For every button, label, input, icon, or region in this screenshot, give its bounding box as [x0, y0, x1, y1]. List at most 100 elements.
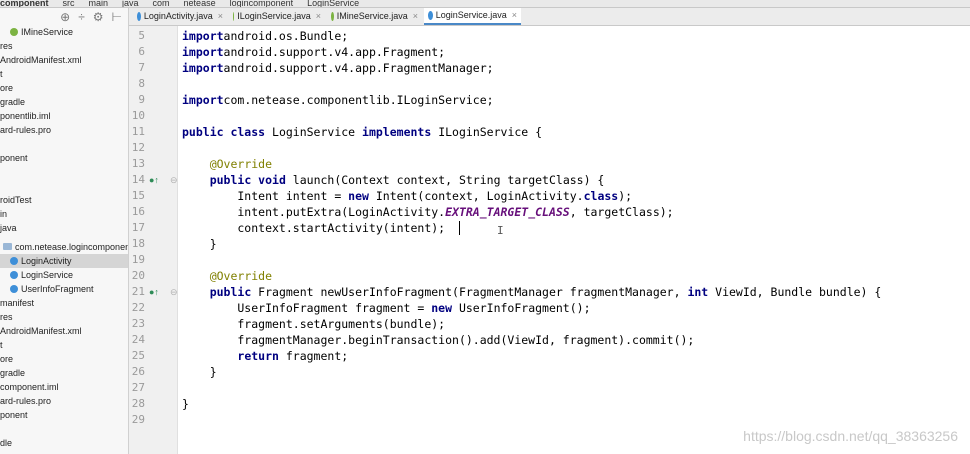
tree-item[interactable]: LoginService [0, 268, 128, 282]
code-line[interactable]: return fragment; [182, 348, 348, 364]
interface-icon [10, 27, 18, 36]
code-line[interactable]: @Override [182, 156, 272, 172]
tree-item[interactable]: java [0, 221, 128, 235]
tree-item[interactable]: ponent [0, 151, 128, 165]
tree-item[interactable] [0, 137, 128, 151]
gear-icon[interactable]: ⚙ [93, 10, 104, 24]
fold-icon[interactable]: ⊖ [170, 287, 178, 298]
tree-item[interactable]: AndroidManifest.xml [0, 53, 128, 67]
code-line[interactable]: } [182, 396, 189, 412]
settings-icon[interactable]: ⊕ [60, 10, 70, 24]
tree-item-label: roidTest [0, 195, 32, 205]
code-line[interactable]: public void launch(Context context, Stri… [182, 172, 605, 188]
breadcrumb-item[interactable]: LoginService [307, 0, 359, 7]
tab-imineservice-java[interactable]: IMineService.java × [327, 8, 422, 25]
implement-marker-icon[interactable]: ●↑ [149, 287, 159, 297]
tree-item[interactable] [0, 179, 128, 193]
code-line[interactable]: importandroid.os.Bundle; [182, 28, 348, 44]
tree-item-label: ard-rules.pro [0, 396, 52, 406]
breadcrumb-item[interactable]: main [89, 0, 109, 7]
tree-item[interactable]: LoginActivity [0, 254, 128, 268]
tree-item[interactable]: gradle [0, 366, 128, 380]
sort-icon[interactable]: ÷ [78, 10, 85, 24]
breadcrumb-item[interactable]: netease [184, 0, 216, 7]
tab-label: LoginActivity.java [143, 11, 213, 21]
tree-item[interactable]: ard-rules.pro [0, 123, 128, 137]
tree-item[interactable]: ponent [0, 408, 128, 422]
close-icon[interactable]: × [512, 7, 517, 24]
code-line[interactable]: UserInfoFragment fragment = new UserInfo… [182, 300, 590, 316]
tree-item[interactable]: ore [0, 352, 128, 366]
code-token: new [431, 301, 453, 315]
code-line[interactable]: importandroid.support.v4.app.FragmentMan… [182, 60, 494, 76]
tree-item-label: res [0, 312, 13, 322]
breadcrumb-item[interactable]: logincomponent [230, 0, 294, 7]
code-token: public class [182, 125, 266, 139]
breadcrumb-item[interactable]: component [0, 0, 49, 7]
tab-loginservice-java[interactable]: LoginService.java × [424, 8, 521, 25]
code-line[interactable]: public class LoginService implements ILo… [182, 124, 542, 140]
tree-item-label: IMineService [21, 27, 74, 37]
tree-item[interactable]: component.iml [0, 380, 128, 394]
tree-item[interactable]: in [0, 207, 128, 221]
code-line[interactable]: Intent intent = new Intent(context, Logi… [182, 188, 632, 204]
code-line[interactable]: public Fragment newUserInfoFragment(Frag… [182, 284, 882, 300]
tree-item[interactable]: ponentlib.iml [0, 109, 128, 123]
tree-item-label: AndroidManifest.xml [0, 326, 82, 336]
code-editor[interactable]: importandroid.os.Bundle; importandroid.su… [178, 26, 970, 454]
tab-iloginservice-java[interactable]: ILoginService.java × [229, 8, 325, 25]
implement-marker-icon[interactable]: ●↑ [149, 175, 159, 185]
code-line[interactable]: fragment.setArguments(bundle); [182, 316, 445, 332]
tree-item[interactable]: ore [0, 81, 128, 95]
tree-item[interactable]: res [0, 310, 128, 324]
tree-item[interactable] [0, 422, 128, 436]
code-line[interactable]: intent.putExtra(LoginActivity.EXTRA_TARG… [182, 204, 673, 220]
tree-item[interactable]: manifest [0, 296, 128, 310]
breadcrumb-item[interactable]: com [153, 0, 170, 7]
fold-icon[interactable]: ⊖ [170, 175, 178, 186]
code-line[interactable]: importcom.netease.componentlib.ILoginSer… [182, 92, 494, 108]
code-token: com.netease.componentlib.ILoginService; [223, 93, 494, 107]
breadcrumb-item[interactable]: java [122, 0, 139, 7]
code-token: Fragment newUserInfoFragment(FragmentMan… [251, 285, 688, 299]
tree-item[interactable]: res [0, 39, 128, 53]
tree-item[interactable]: UserInfoFragment [0, 282, 128, 296]
code-line[interactable]: } [182, 236, 217, 252]
breadcrumb-item[interactable]: src [63, 0, 75, 7]
tree-item[interactable]: roidTest [0, 193, 128, 207]
tree-item[interactable]: dle [0, 436, 128, 450]
tab-loginactivity-java[interactable]: LoginActivity.java × [133, 8, 227, 25]
tree-item[interactable]: t [0, 338, 128, 352]
tree-item-label: gradle [0, 368, 26, 378]
close-icon[interactable]: × [316, 8, 321, 25]
code-token: new [348, 189, 369, 203]
close-icon[interactable]: × [218, 8, 223, 25]
tree-item[interactable]: ard-rules.pro [0, 394, 128, 408]
tree-item[interactable]: gradle [0, 95, 128, 109]
tree-item[interactable]: IMineService [0, 25, 128, 39]
code-token: import [182, 93, 224, 107]
tree-item[interactable] [0, 165, 128, 179]
line-number: 25 [131, 349, 145, 362]
code-line[interactable]: fragmentManager.beginTransaction().add(V… [182, 332, 694, 348]
code-token: android.os.Bundle; [223, 29, 349, 43]
code-line[interactable]: @Override [182, 268, 272, 284]
collapse-icon[interactable]: ⊢ [112, 10, 122, 24]
package-icon [3, 243, 12, 251]
tree-item-label: com.netease.logincomponent [15, 242, 129, 252]
tree-item[interactable]: t [0, 67, 128, 81]
line-number: 21 [131, 285, 145, 298]
close-icon[interactable]: × [413, 8, 418, 25]
code-token: launch(Context context, String targetCla… [285, 173, 605, 187]
tree-item[interactable]: AndroidManifest.xml [0, 324, 128, 338]
code-line[interactable]: importandroid.support.v4.app.Fragment; [182, 44, 445, 60]
line-number: 13 [131, 157, 145, 170]
code-line[interactable]: } [182, 364, 217, 380]
tree-item[interactable]: com.netease.logincomponent [0, 240, 129, 254]
code-line[interactable]: context.startActivity(intent); [182, 220, 445, 236]
interface-icon [331, 12, 334, 21]
